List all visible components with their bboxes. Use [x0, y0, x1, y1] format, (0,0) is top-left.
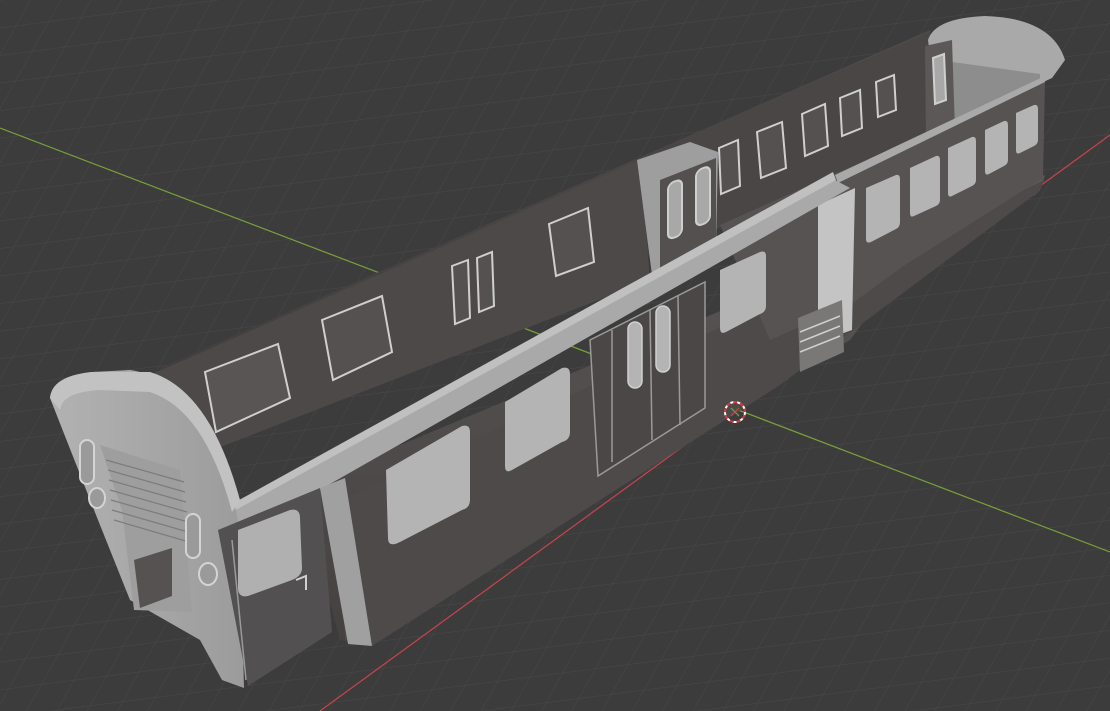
far-door-window-left	[667, 179, 683, 240]
right-end-window	[931, 52, 948, 106]
3d-viewport[interactable]	[0, 0, 1110, 711]
far-door-window-right	[695, 166, 711, 226]
viewport-canvas[interactable]	[0, 0, 1110, 711]
